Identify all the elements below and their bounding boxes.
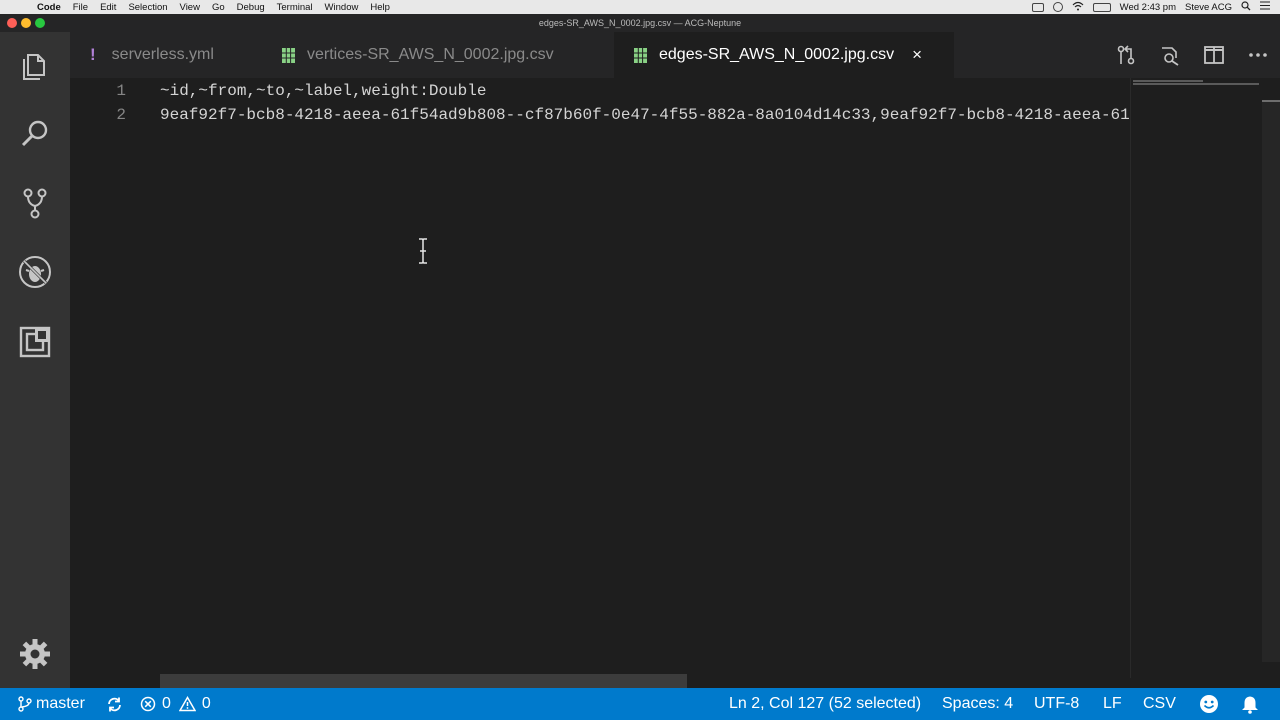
- menubar-user[interactable]: Steve ACG: [1185, 2, 1232, 13]
- macos-menu-bar: Code File Edit Selection View Go Debug T…: [0, 0, 1280, 14]
- line-ending-setting[interactable]: LF: [1103, 688, 1122, 720]
- problems-indicator[interactable]: 0 0: [140, 688, 211, 720]
- warning-count: 0: [201, 695, 211, 712]
- minimap-line: [1133, 80, 1203, 82]
- code-text-area[interactable]: ~id,~from,~to,~label,weight:Double 9eaf9…: [160, 78, 1130, 678]
- debug-icon[interactable]: [0, 244, 70, 300]
- extensions-icon[interactable]: [0, 314, 70, 370]
- error-icon: [140, 696, 156, 712]
- encoding-setting[interactable]: UTF-8: [1034, 688, 1079, 720]
- menu-help[interactable]: Help: [370, 2, 390, 13]
- git-branch-label: master: [36, 695, 85, 712]
- vertical-scrollbar-track[interactable]: [1262, 102, 1280, 662]
- battery-icon[interactable]: [1092, 2, 1111, 12]
- menu-view[interactable]: View: [180, 2, 200, 13]
- tab-vertices-csv[interactable]: vertices-SR_AWS_N_0002.jpg.csv: [282, 32, 622, 78]
- sync-icon[interactable]: [106, 688, 123, 720]
- window-close-button[interactable]: [7, 18, 17, 28]
- menubar-clock[interactable]: Wed 2:43 pm: [1120, 2, 1176, 13]
- cursor-position[interactable]: Ln 2, Col 127 (52 selected): [729, 688, 921, 720]
- tab-edges-csv[interactable]: edges-SR_AWS_N_0002.jpg.csv ×: [614, 32, 954, 78]
- menubar-status-area: Wed 2:43 pm Steve ACG: [1031, 0, 1280, 14]
- tab-close-icon[interactable]: ×: [912, 45, 922, 65]
- editor-tab-bar: ! serverless.yml vertices-SR_AWS_N_0002.…: [70, 32, 1280, 78]
- window-minimize-button[interactable]: [21, 18, 31, 28]
- text-cursor-ibeam-icon: [419, 238, 427, 264]
- editor-actions: [1104, 32, 1280, 78]
- window-title: edges-SR_AWS_N_0002.jpg.csv — ACG-Neptun…: [538, 18, 742, 28]
- tab-label: edges-SR_AWS_N_0002.jpg.csv: [659, 46, 895, 63]
- code-line[interactable]: ~id,~from,~to,~label,weight:Double: [160, 79, 486, 103]
- split-editor-icon[interactable]: [1192, 32, 1236, 78]
- search-icon[interactable]: [0, 106, 70, 162]
- source-control-icon[interactable]: [0, 175, 70, 231]
- window-title-bar: edges-SR_AWS_N_0002.jpg.csv — ACG-Neptun…: [0, 14, 1280, 32]
- wifi-icon[interactable]: [1072, 1, 1084, 14]
- window-zoom-button[interactable]: [35, 18, 45, 28]
- notifications-bell-icon[interactable]: [1241, 688, 1259, 720]
- git-branch-indicator[interactable]: master: [18, 688, 85, 720]
- minimap[interactable]: [1130, 78, 1260, 678]
- menu-file[interactable]: File: [73, 2, 88, 13]
- csv-table-icon: [282, 47, 295, 63]
- tab-serverless-yml[interactable]: ! serverless.yml: [90, 32, 260, 78]
- yaml-exclamation-icon: !: [90, 45, 96, 64]
- minimap-line: [1133, 83, 1259, 85]
- menu-selection[interactable]: Selection: [128, 2, 167, 13]
- warning-icon: [178, 696, 196, 712]
- settings-gear-icon[interactable]: [0, 626, 70, 682]
- explorer-icon[interactable]: [0, 38, 70, 94]
- feedback-smiley-icon[interactable]: [1199, 688, 1219, 720]
- status-bar: master 0 0 Ln 2, Col 127 (52 selected) S…: [0, 688, 1280, 720]
- more-actions-icon[interactable]: [1236, 32, 1280, 78]
- notification-icon[interactable]: [1052, 2, 1063, 12]
- menu-window[interactable]: Window: [325, 2, 359, 13]
- menu-app-code[interactable]: Code: [37, 2, 61, 13]
- vertical-scrollbar[interactable]: [1260, 78, 1280, 678]
- menu-go[interactable]: Go: [212, 2, 225, 13]
- code-line[interactable]: 9eaf92f7-bcb8-4218-aeea-61f54ad9b808--cf…: [160, 103, 1130, 127]
- line-number: 1: [116, 82, 126, 100]
- git-branch-icon: [18, 696, 32, 712]
- language-mode[interactable]: CSV: [1143, 688, 1176, 720]
- tab-label: serverless.yml: [111, 46, 214, 63]
- menu-edit[interactable]: Edit: [100, 2, 116, 13]
- error-count: 0: [162, 695, 171, 712]
- editor-pane[interactable]: 1 2 ~id,~from,~to,~label,weight:Double 9…: [70, 78, 1280, 688]
- open-changes-icon[interactable]: [1104, 32, 1148, 78]
- line-number: 2: [116, 106, 126, 124]
- screen-record-icon[interactable]: [1031, 2, 1044, 12]
- spotlight-search-icon[interactable]: [1241, 0, 1251, 14]
- indentation-setting[interactable]: Spaces: 4: [942, 688, 1013, 720]
- open-preview-icon[interactable]: [1148, 32, 1192, 78]
- menu-debug[interactable]: Debug: [237, 2, 265, 13]
- menu-terminal[interactable]: Terminal: [277, 2, 313, 13]
- csv-table-icon: [634, 47, 647, 63]
- notification-center-icon[interactable]: [1260, 1, 1270, 13]
- activity-bar: [0, 32, 70, 688]
- horizontal-scrollbar-thumb[interactable]: [160, 674, 687, 688]
- tab-label: vertices-SR_AWS_N_0002.jpg.csv: [307, 46, 554, 63]
